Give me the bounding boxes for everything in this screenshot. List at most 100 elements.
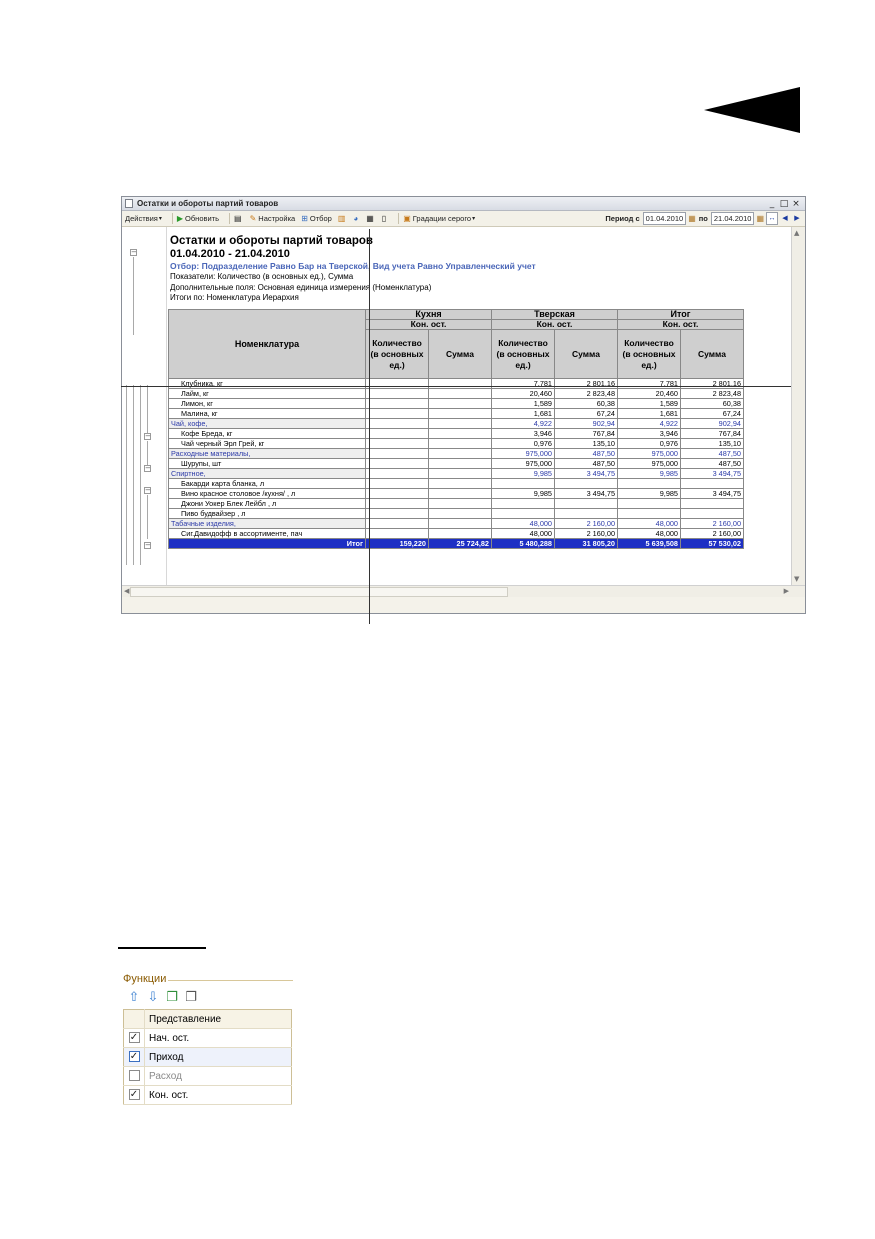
play-icon: ▶ xyxy=(176,214,184,223)
function-row[interactable]: Расход xyxy=(123,1066,292,1086)
col-group-total[interactable]: Итог xyxy=(617,309,744,320)
blank-button[interactable]: ▯ xyxy=(382,214,388,223)
value-cell: 2 160,00 xyxy=(680,528,744,539)
period-controls: Период с 01.04.2010 ▦ по 21.04.2010 ▦ ↔ … xyxy=(605,212,802,225)
refresh-button[interactable]: ▶ Обновить xyxy=(177,214,219,223)
nomenclature-cell: Бакарди карта бланка, л xyxy=(168,478,366,489)
report-indicators: Показатели: Количество (в основных ед.),… xyxy=(170,272,354,281)
uncheck-all-icon[interactable]: ❐ xyxy=(183,990,199,1006)
settings-button[interactable]: ✎ Настройка xyxy=(250,214,296,223)
collapse-icon[interactable]: − xyxy=(144,465,151,472)
value-cell: 767,84 xyxy=(554,428,618,439)
value-cell: 2 801,16 xyxy=(554,378,618,389)
value-cell: 975,000 xyxy=(491,458,555,469)
function-row[interactable]: ✓ Нач. ост. xyxy=(123,1028,292,1048)
scroll-right-icon[interactable]: ▶ xyxy=(784,587,789,595)
print-button[interactable]: ▤ xyxy=(234,214,244,223)
value-cell: 3 494,75 xyxy=(554,488,618,499)
table-row[interactable]: Шурупы, шт 975,000 487,50 975,000 487,50 xyxy=(168,458,744,469)
move-down-icon[interactable]: ⇩ xyxy=(145,990,161,1006)
next-period-icon[interactable]: ▶ xyxy=(792,213,802,224)
col-quantity: Количество (в основных ед.) xyxy=(365,329,429,379)
value-cell: 9,985 xyxy=(617,468,681,479)
report-content: − − − − − Остатки и обороты партий товар… xyxy=(122,227,805,597)
col-group-tverskaya[interactable]: Тверская xyxy=(491,309,618,320)
col-sum: Сумма xyxy=(554,329,618,379)
scroll-left-icon[interactable]: ◀ xyxy=(124,587,129,595)
scroll-up-icon[interactable]: ▲ xyxy=(794,229,799,237)
collapse-icon[interactable]: − xyxy=(130,249,137,256)
actions-label: Действия xyxy=(125,214,158,223)
group-row[interactable]: Расходные материалы, 975,000 487,50 975,000… xyxy=(168,448,744,459)
function-row[interactable]: ✓ Кон. ост. xyxy=(123,1085,292,1105)
group-row[interactable]: Спиртное, 9,985 3 494,75 9,985 3 494,75 xyxy=(168,468,744,479)
table-row[interactable]: Лимон, кг 1,589 60,38 1,589 60,38 xyxy=(168,398,744,409)
chart-button[interactable]: ▥ xyxy=(338,214,348,223)
page-icon: ▯ xyxy=(381,214,387,223)
group-line xyxy=(140,385,141,565)
value-cell: 487,50 xyxy=(554,448,618,459)
scroll-thumb[interactable] xyxy=(130,587,508,597)
function-checkbox[interactable] xyxy=(128,1070,140,1082)
value-cell xyxy=(365,518,429,529)
nomenclature-cell: Спиртное, xyxy=(168,468,366,479)
value-cell xyxy=(554,478,618,489)
restore-button[interactable]: □ xyxy=(778,199,790,209)
function-checkbox[interactable]: ✓ xyxy=(128,1032,140,1044)
pie-button[interactable]: ◕ xyxy=(353,214,360,223)
value-cell: 4,922 xyxy=(617,418,681,429)
col-nomenclature[interactable]: Номенклатура xyxy=(168,309,366,379)
table-row[interactable]: Кофе Бреда, кг 3,946 767,84 3,946 767,84 xyxy=(168,428,744,439)
vertical-scrollbar[interactable]: ▲ ▼ xyxy=(791,227,805,597)
function-checkbox[interactable]: ✓ xyxy=(128,1089,140,1101)
minimize-button[interactable]: _ xyxy=(766,199,778,209)
table-row[interactable]: Сиг.Давидофф в ассортименте, пач 48,000 2 … xyxy=(168,528,744,539)
wrench-icon: ✎ xyxy=(249,214,257,223)
nomenclature-cell: Лимон, кг xyxy=(168,398,366,409)
prev-period-icon[interactable]: ◀ xyxy=(780,213,790,224)
close-button[interactable]: × xyxy=(790,199,802,209)
group-row[interactable]: Чай, кофе, 4,922 902,94 4,922 902,94 xyxy=(168,418,744,429)
table-row[interactable]: Лайм, кг 20,460 2 823,48 20,460 2 823,48 xyxy=(168,388,744,399)
table-row[interactable]: Малина, кг 1,681 67,24 1,681 67,24 xyxy=(168,408,744,419)
filter-button[interactable]: ⊞ Отбор xyxy=(301,214,332,223)
table-icon: ▦ xyxy=(366,214,374,223)
toolbar-separator xyxy=(229,213,231,224)
period-to-input[interactable]: 21.04.2010 xyxy=(710,212,755,225)
value-cell: 9,985 xyxy=(617,488,681,499)
table-row[interactable]: Пиво будвайзер , л xyxy=(168,508,744,519)
collapse-icon[interactable]: − xyxy=(144,542,151,549)
collapse-icon[interactable]: − xyxy=(144,433,151,440)
move-up-icon[interactable]: ⇧ xyxy=(126,990,142,1006)
function-checkbox[interactable]: ✓ xyxy=(128,1051,140,1063)
scroll-down-icon[interactable]: ▼ xyxy=(794,575,799,583)
value-cell xyxy=(365,398,429,409)
table-row[interactable]: Джони Уокер Блек Лейбл , л xyxy=(168,498,744,509)
actions-menu[interactable]: Действия ▾ xyxy=(125,214,162,223)
value-cell: 902,94 xyxy=(554,418,618,429)
function-row[interactable]: ✓ Приход xyxy=(123,1047,292,1067)
group-line xyxy=(126,385,127,565)
table-row[interactable]: Бакарди карта бланка, л xyxy=(168,478,744,489)
gradation-menu[interactable]: ▣ Градации серого ▾ xyxy=(403,214,475,223)
value-cell xyxy=(428,408,492,419)
value-cell: 487,50 xyxy=(680,448,744,459)
table-row[interactable]: Вино красное столовое /кухня/ , л 9,985 3 … xyxy=(168,488,744,499)
collapse-icon[interactable]: − xyxy=(144,487,151,494)
horizontal-scrollbar[interactable]: ◀ ▶ xyxy=(122,585,805,597)
col-group-kitchen[interactable]: Кухня xyxy=(365,309,492,320)
table-view-button[interactable]: ▦ xyxy=(366,214,376,223)
calendar-icon[interactable]: ▦ xyxy=(688,214,696,223)
group-row[interactable]: Табачные изделия, 48,000 2 160,00 48,000 2 1… xyxy=(168,518,744,529)
check-all-icon[interactable]: ❐ xyxy=(164,990,180,1006)
period-from-input[interactable]: 01.04.2010 xyxy=(642,212,687,225)
window-titlebar[interactable]: Остатки и обороты партий товаров _ □ × xyxy=(122,197,805,211)
group-line xyxy=(133,385,134,565)
value-cell: 3 494,75 xyxy=(680,468,744,479)
period-select-button[interactable]: ↔ xyxy=(766,212,778,225)
value-cell xyxy=(428,448,492,459)
calendar-icon[interactable]: ▦ xyxy=(756,214,764,223)
table-row[interactable]: Чай черный Эрл Грей, кг 0,976 135,10 0,976 1… xyxy=(168,438,744,449)
table-row[interactable]: Клубника, кг 7,781 2 801,16 7,781 2 801,16 xyxy=(168,378,744,389)
value-cell: 9,985 xyxy=(491,468,555,479)
